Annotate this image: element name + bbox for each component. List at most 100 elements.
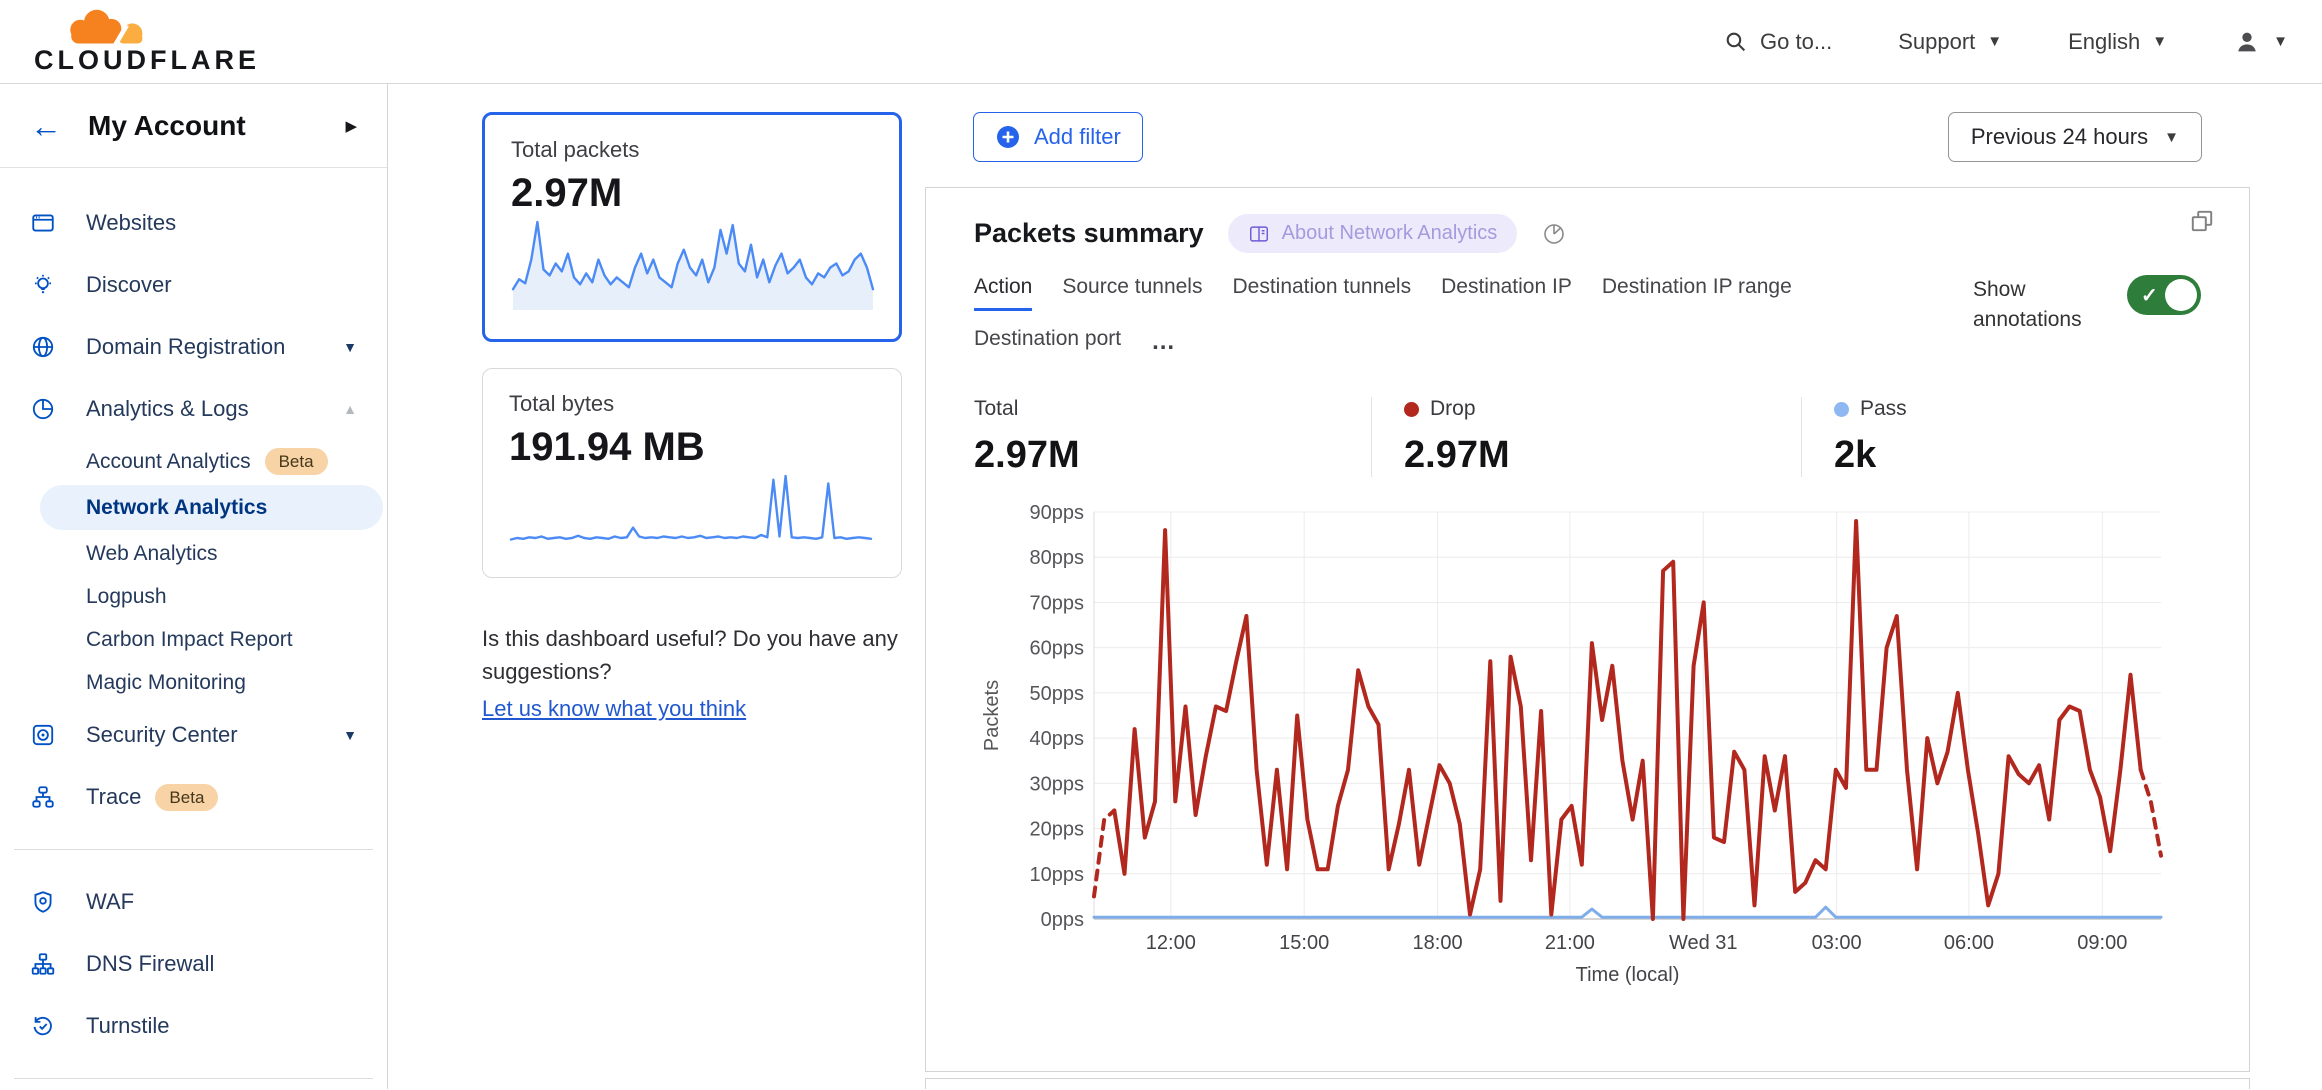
sidebar-item-turnstile[interactable]: Turnstile	[0, 995, 387, 1057]
sidebar-item-label: DNS Firewall	[86, 951, 357, 977]
chevron-down-icon: ▼	[2152, 33, 2167, 50]
svg-text:09:00: 09:00	[2077, 932, 2127, 954]
beta-badge: Beta	[155, 784, 218, 811]
sidebar-account-header: ← My Account ▶	[0, 84, 387, 168]
sidebar-item-label: Security Center	[86, 722, 343, 748]
expand-panel-icon[interactable]	[2189, 208, 2215, 239]
svg-text:10pps: 10pps	[1030, 864, 1085, 886]
about-network-analytics-badge[interactable]: About Network Analytics	[1228, 214, 1518, 253]
tab-source-tunnels[interactable]: Source tunnels	[1062, 275, 1202, 311]
svg-text:18:00: 18:00	[1413, 932, 1463, 954]
browser-icon	[30, 210, 56, 236]
search-icon	[1723, 29, 1748, 54]
language-menu[interactable]: English ▼	[2068, 29, 2167, 55]
svg-text:40pps: 40pps	[1030, 728, 1085, 750]
svg-text:70pps: 70pps	[1030, 592, 1085, 614]
tab-destination-ip[interactable]: Destination IP	[1441, 275, 1572, 311]
total-bytes-card[interactable]: Total bytes 191.94 MB	[482, 368, 902, 578]
feedback-link[interactable]: Let us know what you think	[482, 692, 746, 725]
tabs-row: Action Source tunnels Destination tunnel…	[974, 275, 2201, 363]
sidebar: ← My Account ▶ Websites Discover	[0, 84, 388, 1089]
check-icon: ✓	[2141, 283, 2158, 308]
sidebar-item-account-analytics[interactable]: Account Analytics Beta	[0, 440, 387, 483]
dimension-tabs: Action Source tunnels Destination tunnel…	[974, 275, 1854, 363]
tab-destination-port[interactable]: Destination port	[974, 327, 1121, 363]
sidebar-item-analytics-logs[interactable]: Analytics & Logs ▲	[0, 378, 387, 440]
svg-text:03:00: 03:00	[1812, 932, 1862, 954]
svg-text:12:00: 12:00	[1146, 932, 1196, 954]
show-annotations-label: Show annotations	[1973, 275, 2099, 336]
toggle-knob	[2165, 279, 2197, 311]
globe-icon	[30, 334, 56, 360]
stat-label: Total	[974, 397, 1341, 421]
user-icon	[2233, 28, 2261, 56]
stat-label: Drop	[1430, 397, 1476, 421]
card-title: Total bytes	[509, 391, 875, 417]
line-chart[interactable]: 0pps10pps20pps30pps40pps50pps60pps70pps8…	[974, 499, 2203, 999]
security-safe-icon	[30, 722, 56, 748]
language-label: English	[2068, 29, 2140, 55]
sidebar-item-websites[interactable]: Websites	[0, 192, 387, 254]
cloudflare-wordmark: CLOUDFLARE	[34, 45, 260, 76]
tab-destination-ip-range[interactable]: Destination IP range	[1602, 275, 1792, 311]
tab-action[interactable]: Action	[974, 275, 1032, 311]
sidebar-item-trace[interactable]: Trace Beta	[0, 766, 387, 828]
stat-value: 2.97M	[1404, 434, 1771, 477]
sidebar-item-label: Domain Registration	[86, 334, 343, 360]
svg-text:06:00: 06:00	[1944, 932, 1994, 954]
sidebar-item-magic-monitoring[interactable]: Magic Monitoring	[0, 661, 387, 704]
account-menu[interactable]: ▼	[2233, 28, 2288, 56]
tab-destination-tunnels[interactable]: Destination tunnels	[1232, 275, 1411, 311]
sidebar-item-logpush[interactable]: Logpush	[0, 575, 387, 618]
refresh-check-icon	[30, 1013, 56, 1039]
time-range-label: Previous 24 hours	[1971, 124, 2148, 150]
svg-text:15:00: 15:00	[1279, 932, 1329, 954]
tab-more-ellipsis[interactable]: …	[1151, 327, 1176, 363]
panel-title: Packets summary	[974, 218, 1204, 249]
toolbar: Add filter Previous 24 hours ▼	[973, 112, 2202, 162]
sidebar-item-label: Trace	[86, 784, 141, 810]
beta-badge: Beta	[265, 448, 328, 475]
stat-pass: Pass 2k	[1801, 397, 1937, 477]
network-tree-icon	[30, 951, 56, 977]
sidebar-item-discover[interactable]: Discover	[0, 254, 387, 316]
stat-label: Pass	[1860, 397, 1907, 421]
pie-chart-toggle-icon[interactable]	[1541, 221, 1567, 247]
svg-text:50pps: 50pps	[1030, 683, 1085, 705]
account-title: My Account	[88, 110, 345, 142]
plus-circle-icon	[995, 124, 1021, 150]
annotations-toggle[interactable]: ✓	[2127, 275, 2201, 315]
svg-text:Wed 31: Wed 31	[1669, 932, 1738, 954]
sidebar-item-web-analytics[interactable]: Web Analytics	[0, 532, 387, 575]
sidebar-item-label: Network Analytics	[86, 496, 267, 520]
add-filter-button[interactable]: Add filter	[973, 112, 1143, 162]
about-badge-label: About Network Analytics	[1282, 222, 1498, 245]
trace-tree-icon	[30, 784, 56, 810]
packets-chart: 0pps10pps20pps30pps40pps50pps60pps70pps8…	[974, 499, 2201, 1004]
sidebar-item-carbon-impact-report[interactable]: Carbon Impact Report	[0, 618, 387, 661]
total-packets-card[interactable]: Total packets 2.97M	[482, 112, 902, 342]
sidebar-item-label: Turnstile	[86, 1013, 357, 1039]
shield-gear-icon	[30, 889, 56, 915]
stat-value: 2k	[1834, 434, 1907, 477]
cloudflare-logo[interactable]: CLOUDFLARE	[34, 7, 219, 76]
show-annotations-control: Show annotations ✓	[1973, 275, 2201, 363]
support-menu[interactable]: Support ▼	[1898, 29, 2002, 55]
sidebar-item-waf[interactable]: WAF	[0, 871, 387, 933]
chevron-right-icon[interactable]: ▶	[345, 117, 357, 135]
sidebar-item-network-analytics[interactable]: Network Analytics	[40, 485, 383, 530]
sidebar-item-dns-firewall[interactable]: DNS Firewall	[0, 933, 387, 995]
goto-search[interactable]: Go to...	[1723, 29, 1832, 55]
pass-legend-dot	[1834, 402, 1849, 417]
goto-label: Go to...	[1760, 29, 1832, 55]
sidebar-item-security-center[interactable]: Security Center ▼	[0, 704, 387, 766]
packets-sparkline	[511, 216, 875, 312]
back-arrow-icon[interactable]: ←	[30, 110, 62, 142]
sidebar-divider	[14, 1078, 373, 1079]
svg-text:Packets: Packets	[981, 680, 1003, 751]
time-range-select[interactable]: Previous 24 hours ▼	[1948, 112, 2202, 162]
add-filter-label: Add filter	[1034, 124, 1121, 150]
svg-text:Time (local): Time (local)	[1576, 964, 1680, 986]
svg-text:60pps: 60pps	[1030, 638, 1085, 660]
sidebar-item-domain-registration[interactable]: Domain Registration ▼	[0, 316, 387, 378]
